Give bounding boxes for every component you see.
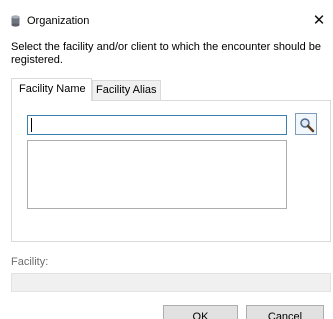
tab-facility-alias[interactable]: Facility Alias <box>92 80 161 100</box>
close-button[interactable]: ✕ <box>308 10 330 32</box>
database-icon <box>11 15 20 27</box>
cancel-button[interactable]: Cancel <box>246 305 324 319</box>
close-icon: ✕ <box>312 12 326 29</box>
title-bar: Organization ✕ <box>0 0 333 31</box>
text-caret <box>31 118 32 132</box>
facility-results-list[interactable] <box>27 140 287 209</box>
search-input[interactable] <box>27 115 287 135</box>
ok-button[interactable]: OK <box>163 305 238 319</box>
facility-field <box>11 273 331 292</box>
facility-label: Facility: <box>11 256 49 268</box>
window-title: Organization <box>27 15 90 27</box>
instruction-text: Select the facility and/or client to whi… <box>11 41 322 66</box>
organization-dialog: Organization ✕ Select the facility and/o… <box>0 0 333 319</box>
tab-facility-name[interactable]: Facility Name <box>11 78 92 101</box>
search-button[interactable] <box>295 113 317 135</box>
